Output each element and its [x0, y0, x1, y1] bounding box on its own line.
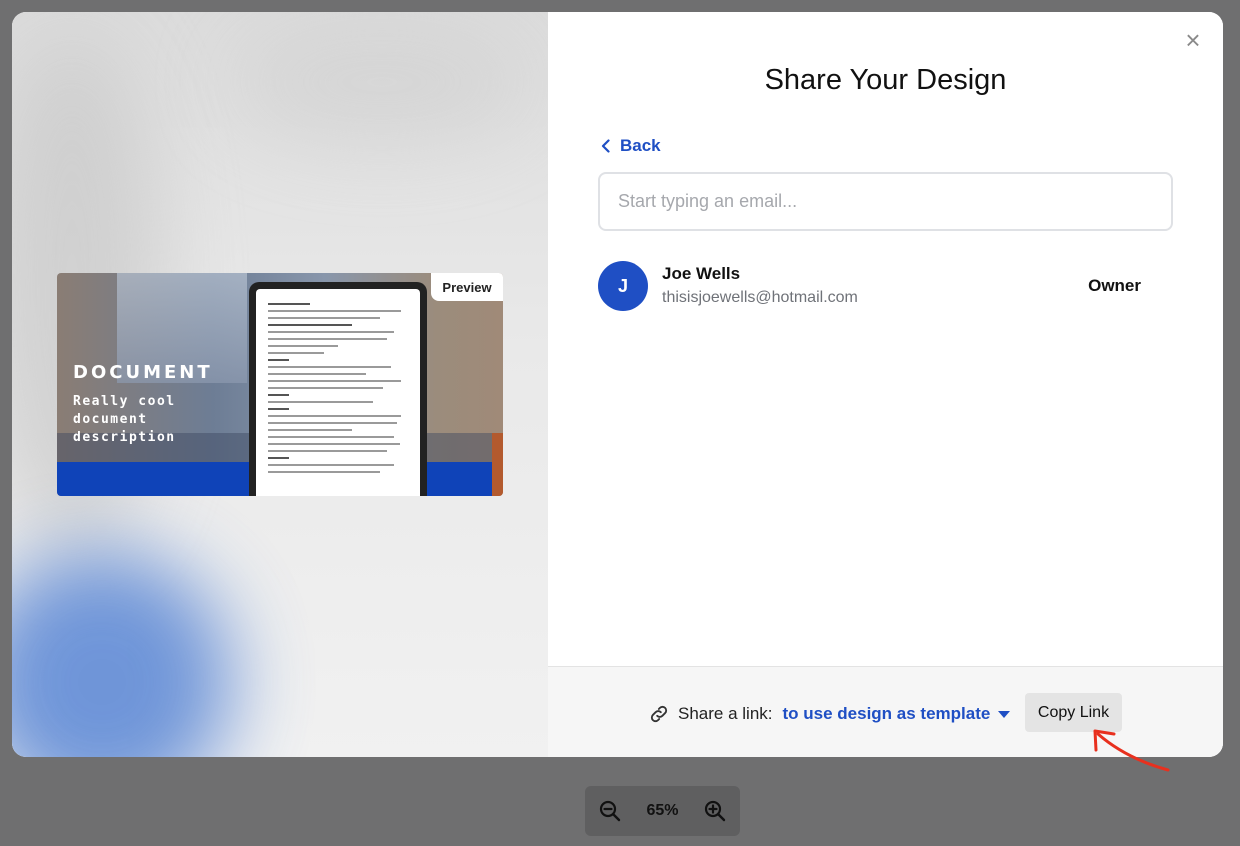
background-blur: [232, 22, 532, 142]
preview-doc-title: DOCUMENT: [73, 362, 213, 383]
zoom-level: 65%: [646, 802, 679, 819]
share-mode-dropdown[interactable]: to use design as template: [783, 704, 1011, 724]
avatar: J: [598, 261, 648, 311]
member-row: J Joe Wells thisisjoewells@hotmail.com O…: [598, 260, 1158, 312]
preview-pane: DOCUMENT Really cool document descriptio…: [12, 12, 548, 757]
tablet-screen: [256, 289, 420, 496]
member-role: Owner: [1088, 276, 1141, 295]
share-panel: × Share Your Design Back J Joe Wells thi…: [548, 12, 1223, 757]
share-mode-value: to use design as template: [782, 704, 991, 723]
member-email: thisisjoewells@hotmail.com: [662, 289, 858, 306]
back-label: Back: [620, 136, 661, 155]
modal-title: Share Your Design: [764, 64, 1007, 96]
zoom-in-icon[interactable]: [702, 798, 728, 824]
share-modal: DOCUMENT Really cool document descriptio…: [12, 12, 1223, 757]
email-input[interactable]: [598, 172, 1173, 231]
zoom-control: 65%: [585, 786, 740, 836]
member-name: Joe Wells: [662, 264, 741, 283]
zoom-out-icon[interactable]: [597, 798, 623, 824]
background-blur: [12, 552, 232, 757]
preview-accent-strip: [492, 433, 503, 496]
chevron-left-icon: [601, 139, 610, 153]
annotation-arrow-icon: [1093, 729, 1170, 772]
back-button[interactable]: Back: [600, 136, 661, 156]
share-link-label: Share a link:: [678, 704, 773, 723]
design-preview-thumbnail: DOCUMENT Really cool document descriptio…: [57, 273, 503, 496]
share-link-row: Share a link: to use design as template: [648, 703, 1011, 725]
preview-badge: Preview: [431, 273, 503, 301]
tablet-mockup: [249, 282, 427, 496]
close-icon[interactable]: ×: [1181, 27, 1205, 53]
link-icon: [650, 705, 668, 723]
preview-doc-description: Really cool document description: [73, 394, 176, 445]
caret-down-icon: [998, 710, 1011, 718]
